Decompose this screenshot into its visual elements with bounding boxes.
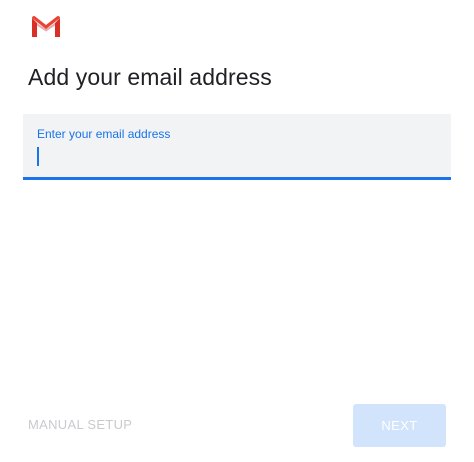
email-field[interactable]: Enter your email address [23, 114, 451, 180]
text-cursor [37, 147, 39, 166]
gmail-logo-icon [32, 16, 60, 37]
email-input[interactable] [35, 144, 439, 168]
manual-setup-button[interactable]: MANUAL SETUP [28, 417, 132, 432]
email-field-label: Enter your email address [37, 127, 171, 141]
page-title: Add your email address [28, 64, 272, 90]
next-button[interactable]: NEXT [353, 404, 446, 447]
